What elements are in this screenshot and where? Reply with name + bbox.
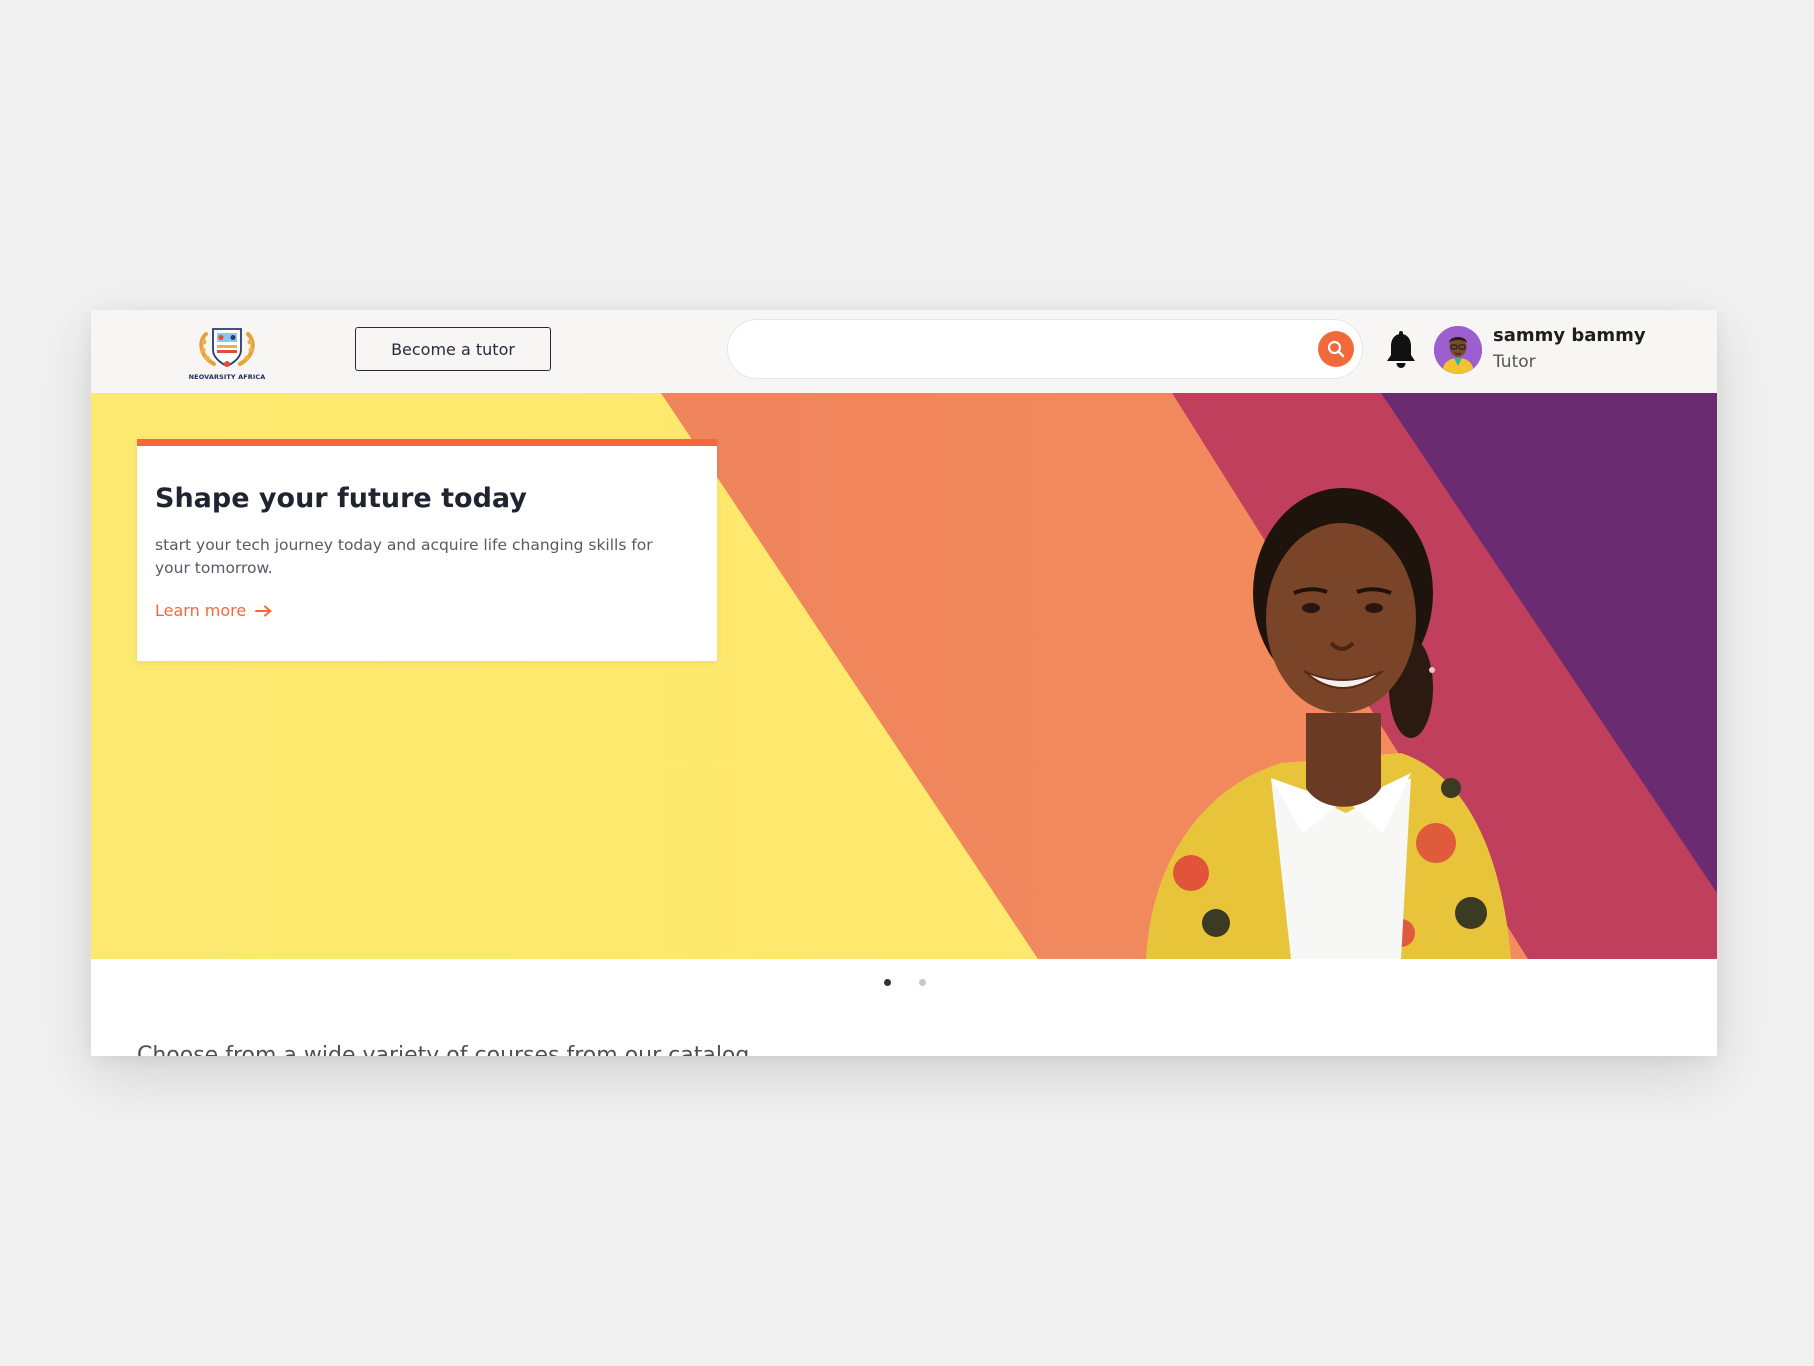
carousel-dot-2[interactable] xyxy=(919,979,926,986)
search-icon xyxy=(1327,340,1345,358)
catalog-heading: Choose from a wide variety of courses fr… xyxy=(137,1043,750,1056)
hero-banner: Shape your future today start your tech … xyxy=(91,393,1717,959)
notification-button[interactable] xyxy=(1384,330,1418,370)
carousel-dot-1[interactable] xyxy=(884,979,891,986)
user-name[interactable]: sammy bammy xyxy=(1493,325,1646,346)
logo[interactable]: NEOVARSITY AFRICA xyxy=(188,320,266,384)
page: NEOVARSITY AFRICA Become a tutor sammy b… xyxy=(91,310,1717,1056)
become-tutor-button[interactable]: Become a tutor xyxy=(355,327,551,371)
user-role: Tutor xyxy=(1493,352,1536,372)
arrow-right-icon xyxy=(255,605,272,616)
avatar-image xyxy=(1434,326,1482,374)
logo-text: NEOVARSITY AFRICA xyxy=(188,373,266,381)
search-button[interactable] xyxy=(1318,331,1354,367)
carousel-pagination xyxy=(91,979,1717,991)
learn-more-label: Learn more xyxy=(155,601,247,620)
hero-description: start your tech journey today and acquir… xyxy=(155,536,653,577)
learn-more-link[interactable]: Learn more xyxy=(155,601,273,620)
hero-card: Shape your future today start your tech … xyxy=(137,439,717,661)
hero-title: Shape your future today xyxy=(155,483,527,514)
logo-emblem-icon xyxy=(199,328,255,367)
bell-icon xyxy=(1387,331,1415,368)
top-header: NEOVARSITY AFRICA Become a tutor sammy b… xyxy=(91,310,1717,393)
avatar[interactable] xyxy=(1434,326,1482,374)
search-bar xyxy=(727,319,1363,379)
search-input[interactable] xyxy=(748,330,1292,370)
